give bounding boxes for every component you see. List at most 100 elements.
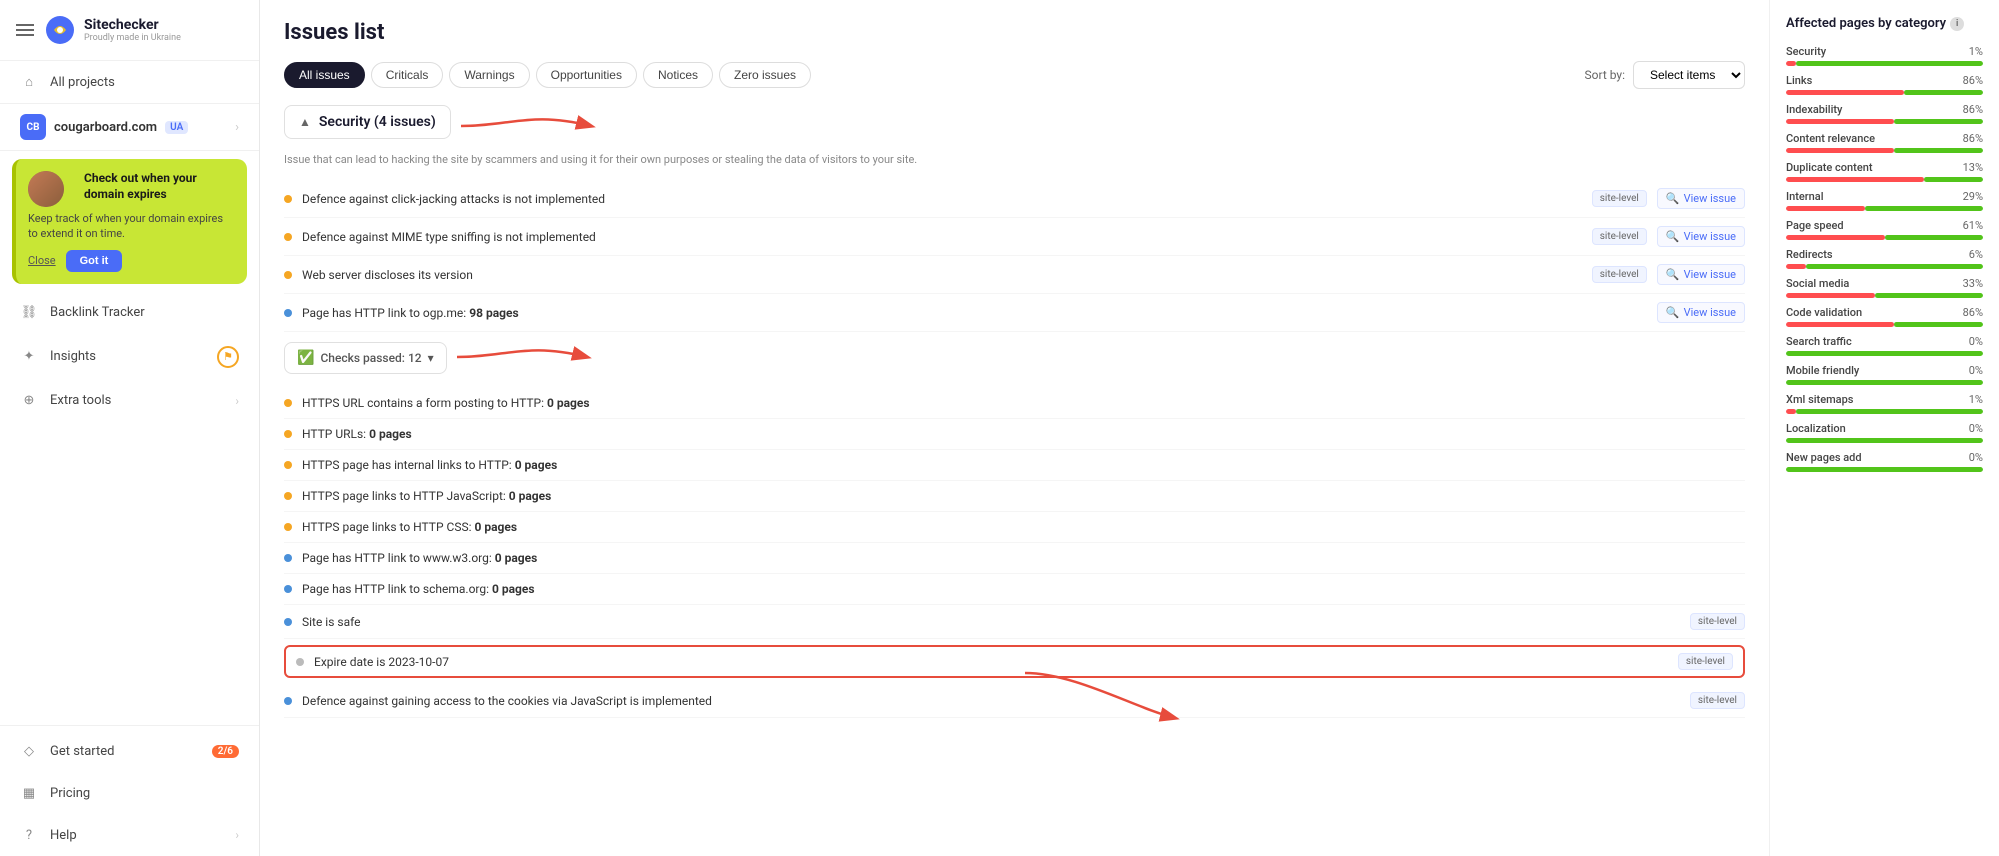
category-row-redirects: Redirects 6% xyxy=(1786,248,1983,269)
category-bar-red xyxy=(1786,322,1894,327)
issue-row-schema: Page has HTTP link to schema.org: 0 page… xyxy=(284,574,1745,605)
category-bar-red xyxy=(1786,235,1885,240)
dot-orange-icon xyxy=(284,195,292,203)
view-issue-button-webserver[interactable]: 🔍 View issue xyxy=(1657,264,1745,285)
info-icon[interactable]: i xyxy=(1950,17,1964,31)
view-issue-button-ogp[interactable]: 🔍 View issue xyxy=(1657,302,1745,323)
sidebar: Sitechecker Proudly made in Ukraine ⌂ Al… xyxy=(0,0,260,856)
category-bar-red xyxy=(1786,409,1796,414)
hamburger-menu[interactable] xyxy=(16,24,34,36)
sidebar-item-backlink-tracker[interactable]: ⛓ Backlink Tracker xyxy=(0,292,259,334)
get-started-badge: 2/6 xyxy=(212,745,239,758)
notification-got-it-button[interactable]: Got it xyxy=(66,250,123,272)
insights-icon: ✦ xyxy=(20,348,38,366)
category-pct: 13% xyxy=(1963,161,1983,174)
issue-text-cookie-defence: Defence against gaining access to the co… xyxy=(302,694,1680,708)
category-name: Links xyxy=(1786,74,1812,87)
category-bar-red xyxy=(1786,61,1796,66)
tab-warnings[interactable]: Warnings xyxy=(449,62,529,88)
category-bar-red xyxy=(1786,264,1806,269)
issue-row-https-js: HTTPS page links to HTTP JavaScript: 0 p… xyxy=(284,481,1745,512)
dot-blue-icon xyxy=(284,554,292,562)
category-bar-green xyxy=(1924,177,1983,182)
category-row-security: Security 1% xyxy=(1786,45,1983,66)
red-arrow-annotation-1 xyxy=(451,101,611,151)
categories-list: Security 1% Links 86% Indexability 86% xyxy=(1786,45,1983,472)
category-bar-red xyxy=(1786,148,1894,153)
view-issue-button-clickjacking[interactable]: 🔍 View issue xyxy=(1657,188,1745,209)
view-issue-button-mime[interactable]: 🔍 View issue xyxy=(1657,226,1745,247)
logo-icon xyxy=(44,14,76,46)
issue-text-https-form: HTTPS URL contains a form posting to HTT… xyxy=(302,396,1745,410)
category-pct: 1% xyxy=(1969,45,1983,58)
sidebar-item-pricing[interactable]: ▦ Pricing xyxy=(0,772,259,814)
tab-all-issues[interactable]: All issues xyxy=(284,62,365,88)
dot-orange-icon xyxy=(284,233,292,241)
category-pct: 0% xyxy=(1969,335,1983,348)
get-started-label: Get started xyxy=(50,744,200,759)
issue-row-https-css: HTTPS page links to HTTP CSS: 0 pages xyxy=(284,512,1745,543)
category-pct: 0% xyxy=(1969,451,1983,464)
sidebar-item-insights[interactable]: ✦ Insights ⚑ xyxy=(0,334,259,380)
dot-orange-icon xyxy=(284,492,292,500)
sidebar-item-all-projects[interactable]: ⌂ All projects xyxy=(0,61,259,103)
checks-passed-dropdown-icon: ▾ xyxy=(428,351,434,365)
app-tagline: Proudly made in Ukraine xyxy=(84,33,181,43)
category-row-links: Links 86% xyxy=(1786,74,1983,95)
security-section-header[interactable]: ▲ Security (4 issues) xyxy=(284,105,451,139)
tab-criticals[interactable]: Criticals xyxy=(371,62,444,88)
check-circle-icon: ✅ xyxy=(297,350,314,366)
category-bar-green xyxy=(1786,438,1983,443)
issue-text-webserver: Web server discloses its version xyxy=(302,268,1582,282)
domain-selector[interactable]: CB cougarboard.com UA › xyxy=(0,103,259,151)
sidebar-header: Sitechecker Proudly made in Ukraine xyxy=(0,0,259,61)
category-bar-track xyxy=(1786,322,1983,327)
all-projects-label: All projects xyxy=(50,75,239,90)
issue-row-ogp: Page has HTTP link to ogp.me: 98 pages 🔍… xyxy=(284,294,1745,332)
category-bar-red xyxy=(1786,206,1865,211)
notification-desc: Keep track of when your domain expires t… xyxy=(28,211,235,242)
domain-arrow-icon: › xyxy=(235,120,239,135)
category-pct: 86% xyxy=(1963,74,1983,87)
sidebar-item-extra-tools[interactable]: ⊕ Extra tools › xyxy=(0,380,259,422)
category-name: Redirects xyxy=(1786,248,1833,261)
category-bar-track xyxy=(1786,90,1983,95)
category-bar-red xyxy=(1786,293,1875,298)
category-row-code-validation: Code validation 86% xyxy=(1786,306,1983,327)
category-row-page-speed: Page speed 61% xyxy=(1786,219,1983,240)
category-bar-green xyxy=(1865,206,1983,211)
category-bar-track xyxy=(1786,264,1983,269)
security-section-desc: Issue that can lead to hacking the site … xyxy=(284,153,1745,166)
main-content: Issues list All issues Criticals Warning… xyxy=(260,0,1999,856)
domain-name: cougarboard.com xyxy=(54,120,157,135)
category-pct: 61% xyxy=(1963,219,1983,232)
page-title: Issues list xyxy=(284,20,1745,45)
tab-notices[interactable]: Notices xyxy=(643,62,713,88)
pricing-label: Pricing xyxy=(50,786,239,801)
dot-blue-icon xyxy=(284,585,292,593)
sort-select[interactable]: Select items xyxy=(1633,61,1745,89)
sidebar-item-get-started[interactable]: ◇ Get started 2/6 xyxy=(0,730,259,772)
tab-opportunities[interactable]: Opportunities xyxy=(536,62,637,88)
category-pct: 86% xyxy=(1963,132,1983,145)
notification-close[interactable]: Close xyxy=(28,254,56,267)
help-label: Help xyxy=(50,828,223,843)
issue-row-https-form: HTTPS URL contains a form posting to HTT… xyxy=(284,388,1745,419)
dot-blue-icon xyxy=(284,697,292,705)
issue-text-site-safe: Site is safe xyxy=(302,615,1680,629)
dot-blue-icon xyxy=(284,309,292,317)
plus-icon: ⊕ xyxy=(20,392,38,410)
tab-zero-issues[interactable]: Zero issues xyxy=(719,62,811,88)
category-name: Social media xyxy=(1786,277,1849,290)
issue-text-ogp: Page has HTTP link to ogp.me: 98 pages xyxy=(302,306,1647,320)
checks-passed-header[interactable]: ✅ Checks passed: 12 ▾ xyxy=(284,342,447,374)
category-bar-track xyxy=(1786,206,1983,211)
category-bar-green xyxy=(1894,322,1983,327)
pricing-icon: ▦ xyxy=(20,784,38,802)
category-bar-green xyxy=(1786,351,1983,356)
sidebar-item-help[interactable]: ? Help › xyxy=(0,814,259,856)
category-row-localization: Localization 0% xyxy=(1786,422,1983,443)
content-area: Issues list All issues Criticals Warning… xyxy=(260,0,1999,856)
issue-text-clickjacking: Defence against click-jacking attacks is… xyxy=(302,192,1582,206)
right-panel-title: Affected pages by category i xyxy=(1786,16,1983,31)
